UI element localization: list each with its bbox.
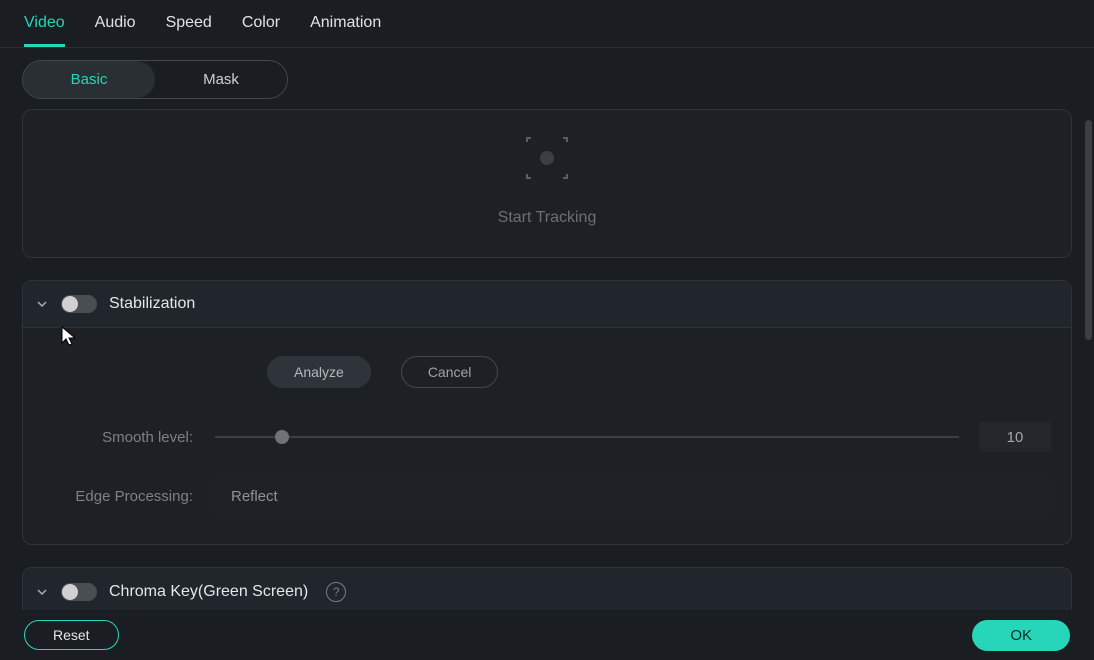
stabilization-header[interactable]: Stabilization: [23, 281, 1071, 328]
smooth-value-input[interactable]: 10: [979, 422, 1051, 452]
stabilization-buttons: Analyze Cancel: [43, 356, 1051, 388]
seg-mask[interactable]: Mask: [155, 61, 287, 98]
help-icon[interactable]: ?: [326, 582, 346, 602]
smooth-slider[interactable]: [215, 436, 959, 438]
chroma-key-toggle[interactable]: [61, 583, 97, 601]
smooth-level-label: Smooth level:: [43, 429, 193, 446]
start-tracking-label[interactable]: Start Tracking: [23, 209, 1071, 227]
smooth-level-row: Smooth level: 10: [43, 422, 1051, 452]
segmented-control: Basic Mask: [22, 60, 288, 99]
tab-speed[interactable]: Speed: [166, 14, 212, 47]
tracking-panel: Start Tracking: [22, 109, 1072, 258]
tab-animation[interactable]: Animation: [310, 14, 381, 47]
tab-video[interactable]: Video: [24, 14, 65, 47]
slider-handle[interactable]: [275, 430, 289, 444]
tab-color[interactable]: Color: [242, 14, 280, 47]
stabilization-title: Stabilization: [109, 295, 195, 313]
analyze-button[interactable]: Analyze: [267, 356, 371, 388]
stabilization-toggle[interactable]: [61, 295, 97, 313]
stabilization-panel: Stabilization Analyze Cancel Smooth leve…: [22, 280, 1072, 545]
top-tab-bar: Video Audio Speed Color Animation: [0, 0, 1094, 48]
chroma-key-title: Chroma Key(Green Screen): [109, 583, 308, 601]
ok-button[interactable]: OK: [972, 620, 1070, 651]
edge-processing-row: Edge Processing: Reflect: [43, 478, 1051, 514]
seg-basic[interactable]: Basic: [23, 61, 155, 98]
chevron-down-icon: [35, 585, 49, 599]
stabilization-body: Analyze Cancel Smooth level: 10 Edge Pro…: [23, 328, 1071, 544]
tracking-target-icon[interactable]: [525, 136, 569, 183]
edge-processing-label: Edge Processing:: [43, 488, 193, 505]
toggle-knob: [62, 296, 78, 312]
footer-bar: Reset OK: [0, 610, 1094, 660]
reset-button[interactable]: Reset: [24, 620, 119, 650]
content-scroll: Start Tracking Stabilization Analyze Can…: [0, 109, 1094, 609]
scrollbar[interactable]: [1085, 120, 1092, 340]
smooth-slider-wrap: 10: [215, 422, 1051, 452]
segmented-row: Basic Mask: [0, 48, 1094, 109]
chevron-down-icon: [35, 297, 49, 311]
cancel-button[interactable]: Cancel: [401, 356, 499, 388]
toggle-knob: [62, 584, 78, 600]
tab-audio[interactable]: Audio: [95, 14, 136, 47]
edge-processing-select[interactable]: Reflect: [215, 478, 1049, 514]
